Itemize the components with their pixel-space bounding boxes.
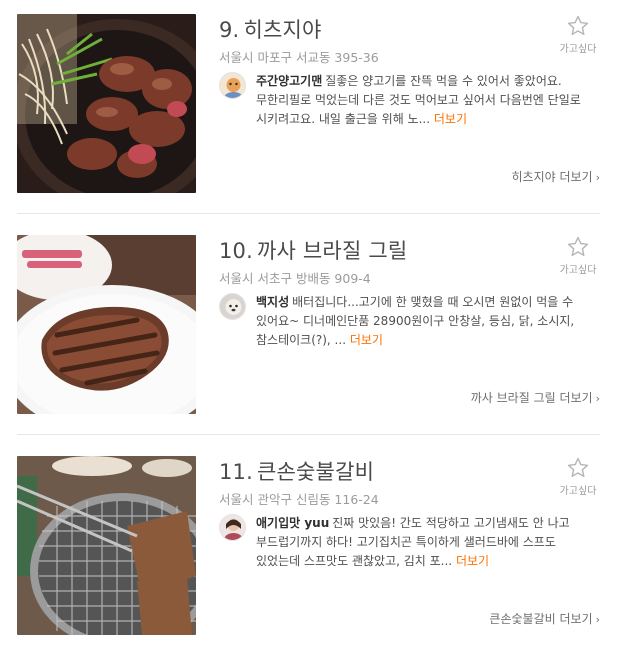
rank-number: 10. [219,239,253,263]
review-snippet: 애기입맛 yuu 진짜 맛있음! 간도 적당하고 고기냄새도 안 나고 부드럽기까… [219,514,600,571]
restaurant-address: 서울시 서초구 방배동 909-4 [219,271,371,286]
restaurant-photo[interactable] [17,14,196,193]
detail-link-label: 까사 브라질 그릴 더보기 [470,391,593,405]
wish-label: 가고싶다 [559,44,597,55]
review-author[interactable]: 애기입맛 yuu [256,516,329,530]
review-author[interactable]: 백지성 [256,295,289,309]
review-more-link[interactable]: 더보기 [350,333,383,347]
wish-button[interactable]: 가고싶다 [556,235,600,276]
chevron-right-icon: › [595,613,600,626]
restaurant-item: 11. 큰손숯불갈비 서울시 관악구 신림동 116-24 가고싶다 애기입맛 y… [17,456,600,636]
charcoal-galbi-photo [17,456,196,635]
restaurant-address: 서울시 마포구 서교동 395-36 [219,50,379,65]
steak-photo [17,235,196,414]
restaurant-name: 큰손숯불갈비 [257,460,375,484]
review-text: 주간양고기맨 질좋은 양고기를 잔뜩 먹을 수 있어서 좋았어요. 무한리필로 먹… [256,72,600,129]
review-snippet: 주간양고기맨 질좋은 양고기를 잔뜩 먹을 수 있어서 좋았어요. 무한리필로 먹… [219,72,600,129]
divider [17,434,600,435]
restaurant-title[interactable]: 11. 큰손숯불갈비 [219,456,374,486]
restaurant-item: 9. 히츠지야 서울시 마포구 서교동 395-36 가고싶다 주간양고기맨 질좋은… [17,14,600,194]
restaurant-address: 서울시 관악구 신림동 116-24 [219,492,379,507]
review-author[interactable]: 주간양고기맨 [256,74,322,88]
divider [17,213,600,214]
wish-button[interactable]: 가고싶다 [556,456,600,497]
restaurant-title[interactable]: 10. 까사 브라질 그릴 [219,235,407,265]
restaurant-name: 까사 브라질 그릴 [257,239,408,263]
review-body: 배터집니다...고기에 한 맺혔을 때 오시면 원없이 먹을 수 있어요~ 디너… [256,295,575,347]
review-more-link[interactable]: 더보기 [456,554,489,568]
star-outline-icon [567,457,589,477]
restaurant-detail-link[interactable]: 히츠지야 더보기 › [511,168,600,185]
wish-label: 가고싶다 [559,486,597,497]
review-text: 백지성 배터집니다...고기에 한 맺혔을 때 오시면 원없이 먹을 수 있어요~… [256,293,600,350]
restaurant-detail-link[interactable]: 큰손숯불갈비 더보기 › [489,610,600,627]
review-text: 애기입맛 yuu 진짜 맛있음! 간도 적당하고 고기냄새도 안 나고 부드럽기까… [256,514,600,571]
avatar[interactable] [219,293,246,320]
detail-link-label: 히츠지야 더보기 [511,170,593,184]
rank-number: 11. [219,460,253,484]
chevron-right-icon: › [595,392,600,405]
avatar[interactable] [219,514,246,541]
lamb-grill-photo [17,14,196,193]
restaurant-list: 9. 히츠지야 서울시 마포구 서교동 395-36 가고싶다 주간양고기맨 질좋은… [0,0,620,650]
restaurant-detail-link[interactable]: 까사 브라질 그릴 더보기 › [471,389,600,406]
star-outline-icon [567,15,589,35]
star-outline-icon [567,236,589,256]
wish-label: 가고싶다 [559,265,597,276]
user-avatar-image [220,515,245,540]
restaurant-name: 히츠지야 [243,18,322,42]
avatar[interactable] [219,72,246,99]
detail-link-label: 큰손숯불갈비 더보기 [489,612,593,626]
review-snippet: 백지성 배터집니다...고기에 한 맺혔을 때 오시면 원없이 먹을 수 있어요~… [219,293,600,350]
user-avatar-image [220,73,245,98]
user-avatar-image [220,294,245,319]
review-more-link[interactable]: 더보기 [434,112,467,126]
restaurant-photo[interactable] [17,456,196,635]
restaurant-item: 10. 까사 브라질 그릴 서울시 서초구 방배동 909-4 가고싶다 백지성 배… [17,235,600,415]
restaurant-title[interactable]: 9. 히츠지야 [219,14,322,44]
wish-button[interactable]: 가고싶다 [556,14,600,55]
rank-number: 9. [219,18,240,42]
restaurant-photo[interactable] [17,235,196,414]
chevron-right-icon: › [595,171,600,184]
